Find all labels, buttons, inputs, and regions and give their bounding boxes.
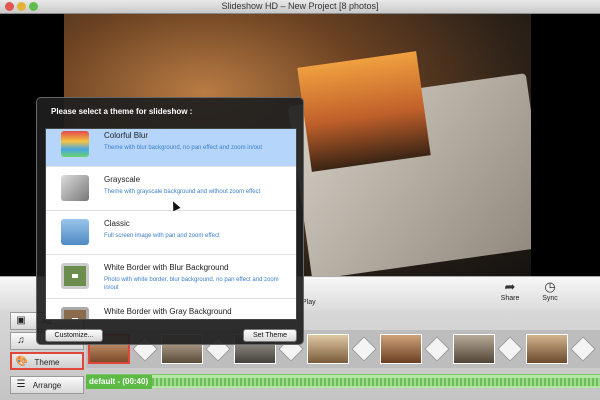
audio-track[interactable]: default - (00:40) xyxy=(86,374,600,389)
sync-clock-icon: ◷ xyxy=(544,279,556,294)
audio-track-label: default - (00:40) xyxy=(86,375,152,389)
sidebar-item-label: Theme xyxy=(34,358,60,367)
photo-sunset-shape xyxy=(297,51,431,172)
theme-name: Colorful Blur xyxy=(104,131,149,140)
transition-icon[interactable] xyxy=(424,336,450,362)
sync-label: Sync xyxy=(542,295,558,302)
theme-dialog: Please select a theme for slideshow : Co… xyxy=(36,97,304,345)
theme-item-white-border-gray[interactable]: White Border with Gray Background xyxy=(46,299,296,319)
classic-icon xyxy=(61,219,89,245)
share-label: Share xyxy=(500,295,520,302)
transition-icon[interactable] xyxy=(497,336,523,362)
theme-name: White Border with Gray Background xyxy=(104,307,232,316)
colorful-blur-icon xyxy=(61,131,89,157)
theme-description: Theme with blur background, no pan effec… xyxy=(104,145,262,151)
timeline-photo[interactable] xyxy=(307,334,349,364)
transition-icon[interactable] xyxy=(351,336,377,362)
play-button-label[interactable]: Play xyxy=(302,299,316,306)
sidebar-item-arrange[interactable]: ☰ Arrange xyxy=(10,376,84,394)
theme-dialog-title: Please select a theme for slideshow : xyxy=(51,107,193,116)
share-arrow-icon: ➦ xyxy=(504,279,516,294)
theme-name: Classic xyxy=(104,219,130,228)
theme-description: Full screen image with pan and zoom effe… xyxy=(104,233,220,239)
share-button[interactable]: ➦ Share xyxy=(490,279,530,302)
window-title: Slideshow HD – New Project [8 photos] xyxy=(221,1,379,11)
theme-description: Photo with white border, blur background… xyxy=(104,277,279,291)
grayscale-icon xyxy=(61,175,89,201)
audio-waveform xyxy=(152,378,600,386)
music-note-icon: ♫ xyxy=(17,335,25,346)
sidebar-item-theme[interactable]: 🎨 Theme xyxy=(10,352,84,370)
theme-item-classic[interactable]: Classic Full screen image with pan and z… xyxy=(46,211,296,255)
theme-description: Theme with grayscale background and with… xyxy=(104,189,261,195)
theme-name: White Border with Blur Background xyxy=(104,263,229,272)
timeline-photo[interactable] xyxy=(380,334,422,364)
white-border-gray-icon xyxy=(61,307,89,319)
set-theme-button[interactable]: Set Theme xyxy=(243,329,297,342)
sidebar-item-label: Arrange xyxy=(32,381,62,390)
customize-button[interactable]: Customize... xyxy=(45,329,103,342)
transition-icon[interactable] xyxy=(570,336,596,362)
theme-name: Grayscale xyxy=(104,175,141,184)
white-border-blur-icon xyxy=(61,263,89,289)
title-bar: Slideshow HD – New Project [8 photos] xyxy=(0,0,600,14)
theme-item-white-border-blur[interactable]: White Border with Blur Background Photo … xyxy=(46,255,296,299)
timeline-photo[interactable] xyxy=(526,334,568,364)
theme-list[interactable]: Colorful Blur Theme with blur background… xyxy=(45,128,297,320)
slideshow-app-window: Slideshow HD – New Project [8 photos] Pl… xyxy=(0,0,600,400)
sync-button[interactable]: ◷ Sync xyxy=(530,279,570,302)
theme-item-colorful-blur[interactable]: Colorful Blur Theme with blur background… xyxy=(46,129,296,167)
timeline-photo[interactable] xyxy=(453,334,495,364)
